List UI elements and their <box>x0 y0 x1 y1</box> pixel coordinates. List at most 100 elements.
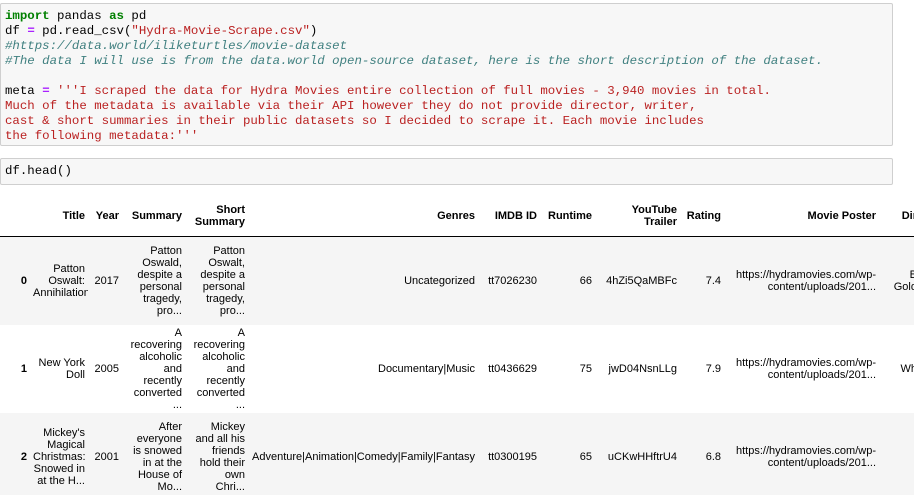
cell-line: recovering <box>130 338 182 351</box>
cell-rating: 6.8 <box>705 450 721 463</box>
code-token: pandas <box>49 9 110 23</box>
cell-line: https://hydramovies.com/wp- <box>736 444 876 457</box>
cell-line: Wh <box>900 362 914 375</box>
cell-line: Patton <box>150 244 182 257</box>
cell-imdb: tt7026230 <box>488 274 537 287</box>
code-token: meta <box>5 84 43 98</box>
table-header-row: Title Year Summary Short Summary Genres IMDB … <box>0 196 914 237</box>
cell-line: Gold <box>893 280 914 293</box>
cell-short: Mickey and all his friends hold their own Chr… <box>185 413 248 495</box>
code-token: as <box>109 9 124 23</box>
code-token: = <box>42 84 50 98</box>
cell-line: B <box>882 269 914 281</box>
cell-trailer: 4hZi5QaMBFc <box>606 274 677 287</box>
dataframe-table: Title Year Summary Short Summary Genres IMDB … <box>0 196 914 495</box>
cell-year: 2005 <box>94 362 119 375</box>
cell-rating: 7.4 <box>705 274 721 287</box>
table-row: 2 Mickey's Magical Christmas: Snowed in at th… <box>0 412 914 495</box>
cell-line: converted <box>133 386 182 399</box>
cell-line: Mo... <box>157 480 182 493</box>
cell-short: Patton Oswalt, despite a personal tragedy, pr… <box>185 237 248 325</box>
cell-line: recently <box>206 374 245 387</box>
column-header: Movie Poster <box>724 196 879 237</box>
cell-genres: Documentary|Music <box>378 362 475 375</box>
code-cell-import[interactable]: import pandas as pd df = pd.read_csv("Hyd… <box>0 3 893 146</box>
column-header: Dir <box>879 196 914 237</box>
code-text: df.head() <box>5 164 72 178</box>
cell-line: Oswalt, <box>208 256 245 269</box>
cell-line: personal <box>139 280 182 293</box>
cell-line: tragedy, <box>206 292 245 305</box>
cell-runtime: 75 <box>579 362 592 375</box>
column-header: Genres <box>248 196 478 237</box>
code-cell-head[interactable]: df.head() <box>0 158 893 185</box>
cell-line: tragedy, <box>143 292 182 305</box>
code-token: import <box>5 9 50 23</box>
cell-line: and <box>226 362 245 375</box>
cell-imdb: tt0300195 <box>488 450 537 463</box>
cell-line: content/uploads/201... <box>767 280 876 293</box>
column-header: Title <box>30 196 88 237</box>
column-header <box>0 196 30 237</box>
cell-summary: Patton Oswald, despite a personal tragedy, pr… <box>122 237 185 325</box>
code-token: the following metadata:''' <box>5 129 199 143</box>
cell-line: After <box>158 420 182 433</box>
code-token: pd.read_csv( <box>34 24 132 38</box>
row-index: 2 <box>20 450 27 463</box>
cell-line: in at the <box>142 456 182 469</box>
cell-title: New York Doll <box>30 325 88 413</box>
code-token: cast & short summaries in their public d… <box>5 114 704 128</box>
cell-poster: https://hydramovies.com/wp-content/uploa… <box>724 325 879 413</box>
cell-line: Snowed in <box>33 462 85 475</box>
cell-line: at the H... <box>37 474 85 487</box>
cell-line: content/uploads/201... <box>767 368 876 381</box>
cell-line: recently <box>143 374 182 387</box>
column-header: Summary <box>122 196 185 237</box>
cell-line: is snowed <box>133 444 182 457</box>
cell-line: despite a <box>137 268 182 281</box>
cell-line: everyone <box>136 432 182 445</box>
cell-line: Chri... <box>215 480 245 493</box>
code-token: #The data I will use is from the data.wo… <box>5 54 823 68</box>
cell-line: ... <box>235 398 245 411</box>
column-header: YouTube Trailer <box>595 196 680 237</box>
cell-line: alcoholic <box>202 350 245 363</box>
cell-line: and <box>163 362 182 375</box>
code-token: #https://data.world/iliketurtles/movie-d… <box>5 39 348 53</box>
code-line <box>5 69 892 84</box>
cell-line: ... <box>172 398 182 411</box>
cell-imdb: tt0436629 <box>488 362 537 375</box>
cell-line: converted <box>196 386 245 399</box>
cell-line: A <box>237 326 245 339</box>
code-line: Much of the metadata is available via th… <box>5 99 892 114</box>
cell-poster: https://hydramovies.com/wp-content/uploa… <box>724 413 879 495</box>
cell-line: friends <box>211 444 245 457</box>
cell-genres: Uncategorized <box>404 274 475 287</box>
cell-line: recovering <box>193 338 245 351</box>
cell-line: alcoholic <box>139 350 182 363</box>
code-line: cast & short summaries in their public d… <box>5 114 892 129</box>
cell-line: own <box>224 468 245 481</box>
column-header: IMDB ID <box>478 196 540 237</box>
cell-dir: Wh <box>879 325 914 413</box>
cell-dir: BGold <box>879 237 914 325</box>
code-line: #The data I will use is from the data.wo… <box>5 54 892 69</box>
cell-line: Patton <box>53 262 85 275</box>
table-row: 0 Patton Oswalt: Annihilation 2017 Patton Oswa… <box>0 236 914 325</box>
cell-line: Doll <box>66 368 85 381</box>
column-header: Runtime <box>540 196 595 237</box>
cell-line: Annihilation <box>33 286 88 299</box>
cell-line: https://hydramovies.com/wp- <box>736 356 876 369</box>
cell-runtime: 65 <box>579 450 592 463</box>
cell-line: Mickey <box>210 420 245 433</box>
cell-line: Oswald, <box>142 256 182 269</box>
column-header: Year <box>88 196 122 237</box>
table-row: 1 New York Doll 2005 Arecovering alcoholic and… <box>0 324 914 413</box>
code-token: "Hydra-Movie-Scrape.csv" <box>131 24 310 38</box>
cell-summary: Arecovering alcoholic and recently converted… <box>122 325 185 413</box>
cell-short: Arecovering alcoholic and recently converted… <box>185 325 248 413</box>
column-header: Short Summary <box>185 196 248 237</box>
column-header: Rating <box>680 196 724 237</box>
cell-year: 2001 <box>94 450 119 463</box>
